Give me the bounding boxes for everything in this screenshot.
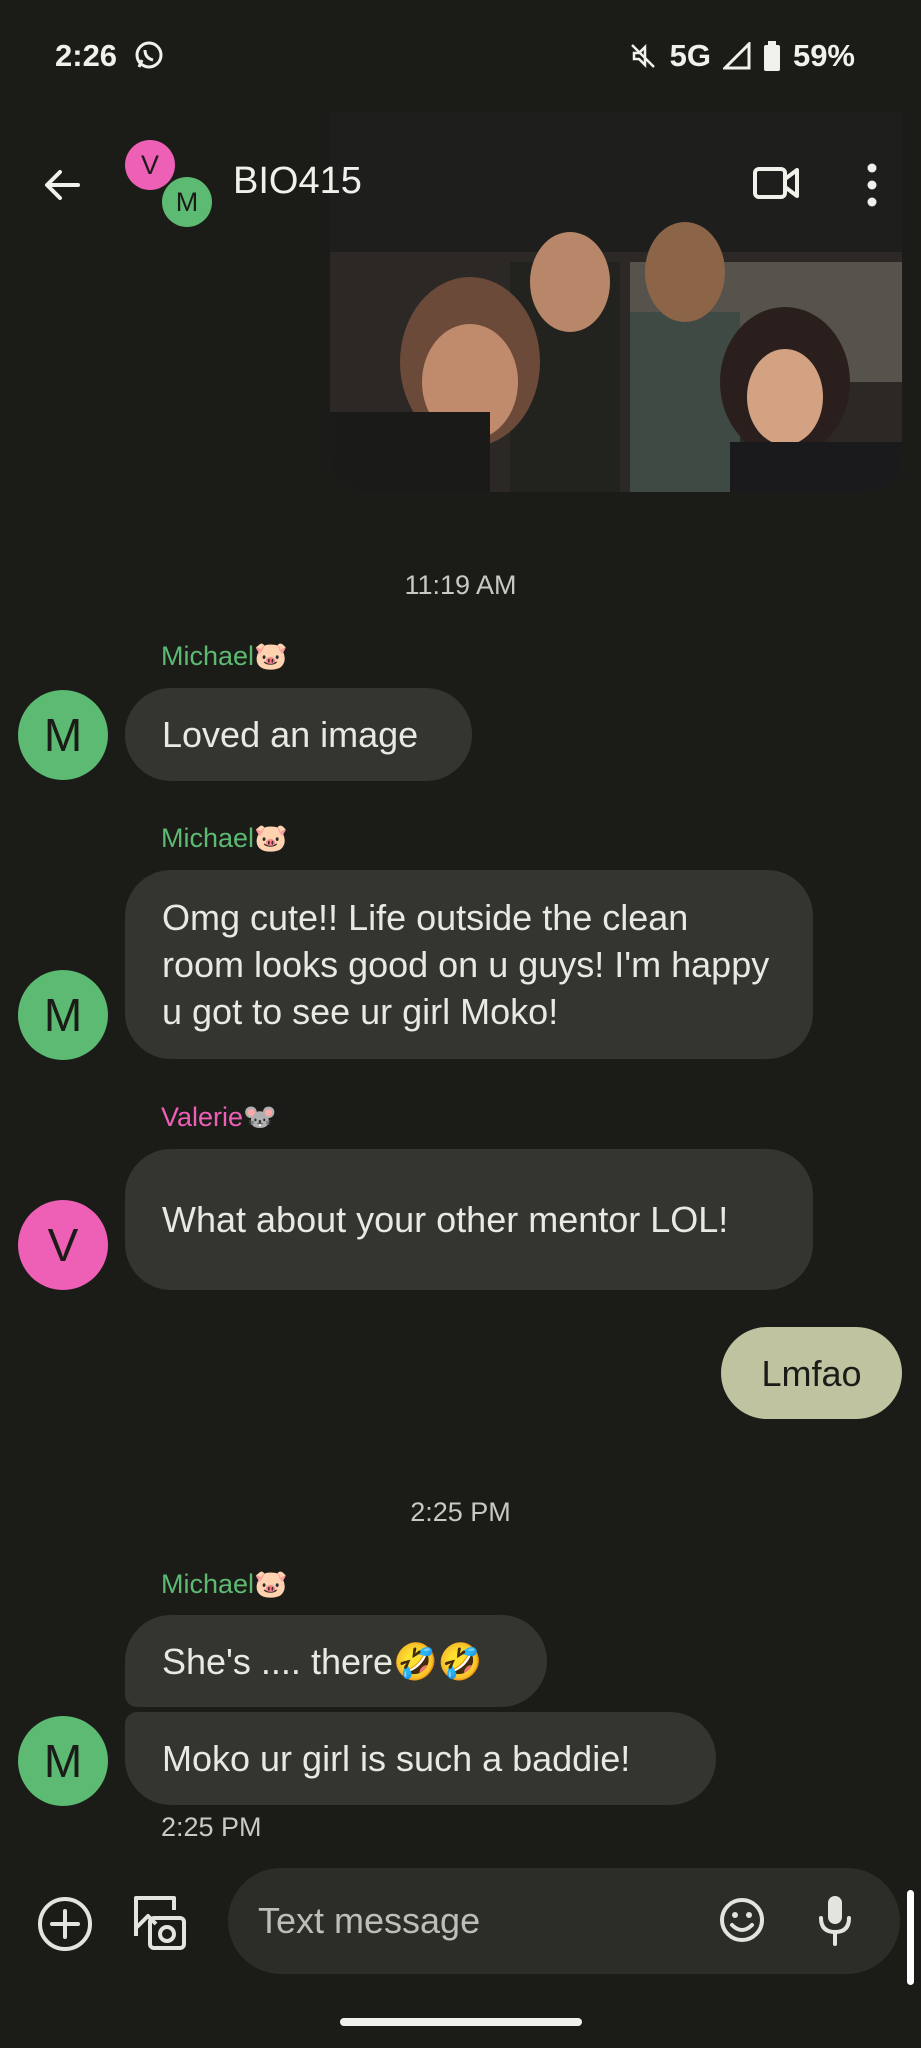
microphone-icon[interactable] bbox=[818, 1894, 852, 1948]
sender-name: Valerie🐭 bbox=[161, 1102, 277, 1132]
message-input-placeholder[interactable]: Text message bbox=[258, 1900, 480, 1942]
avatar-michael[interactable]: M bbox=[18, 1716, 108, 1806]
sender-name: Michael🐷 bbox=[161, 823, 288, 853]
status-right: 5G 59% bbox=[628, 38, 855, 74]
conversation-title[interactable]: BIO415 bbox=[233, 160, 362, 203]
avatar-m-small: M bbox=[162, 177, 212, 227]
sent-message-bubble[interactable]: Lmfao bbox=[721, 1327, 902, 1419]
home-indicator[interactable] bbox=[340, 2018, 582, 2026]
message-bubble[interactable]: She's .... there🤣🤣 bbox=[125, 1615, 547, 1707]
sender-name: Michael🐷 bbox=[161, 1569, 288, 1599]
message-input[interactable]: Text message bbox=[228, 1868, 900, 1974]
avatar-michael[interactable]: M bbox=[18, 690, 108, 780]
scrollbar[interactable] bbox=[907, 1890, 914, 1985]
signal-icon bbox=[722, 42, 751, 70]
status-time: 2:26 bbox=[55, 38, 118, 73]
message-bubble[interactable]: Loved an image bbox=[125, 688, 472, 781]
back-arrow-icon[interactable] bbox=[38, 160, 88, 210]
message-bubble[interactable]: What about your other mentor LOL! bbox=[125, 1149, 813, 1290]
network-label: 5G bbox=[669, 38, 711, 73]
avatar-michael[interactable]: M bbox=[18, 970, 108, 1060]
message-bubble[interactable]: Omg cute!! Life outside the clean room l… bbox=[125, 870, 813, 1059]
app-bar: V M BIO415 bbox=[0, 130, 921, 240]
more-options-icon[interactable] bbox=[860, 160, 884, 210]
timestamp: 2:25 PM bbox=[410, 1497, 511, 1527]
battery-label: 59% bbox=[792, 38, 855, 73]
message-bubble[interactable]: Moko ur girl is such a baddie! bbox=[125, 1712, 716, 1805]
whatsapp-icon bbox=[135, 41, 163, 69]
status-bar: 2:26 5G 59% bbox=[0, 0, 921, 110]
avatar-valerie[interactable]: V bbox=[18, 1200, 108, 1290]
video-call-icon[interactable] bbox=[752, 164, 800, 202]
avatar-v-small: V bbox=[125, 140, 175, 190]
sender-name: Michael🐷 bbox=[161, 641, 288, 671]
message-time: 2:25 PM bbox=[161, 1812, 262, 1842]
add-attachment-icon[interactable] bbox=[36, 1895, 94, 1953]
mute-icon bbox=[630, 43, 655, 69]
emoji-icon[interactable] bbox=[718, 1896, 766, 1944]
battery-icon bbox=[763, 41, 780, 71]
gallery-camera-icon[interactable] bbox=[130, 1892, 188, 1954]
timestamp: 11:19 AM bbox=[404, 570, 517, 600]
